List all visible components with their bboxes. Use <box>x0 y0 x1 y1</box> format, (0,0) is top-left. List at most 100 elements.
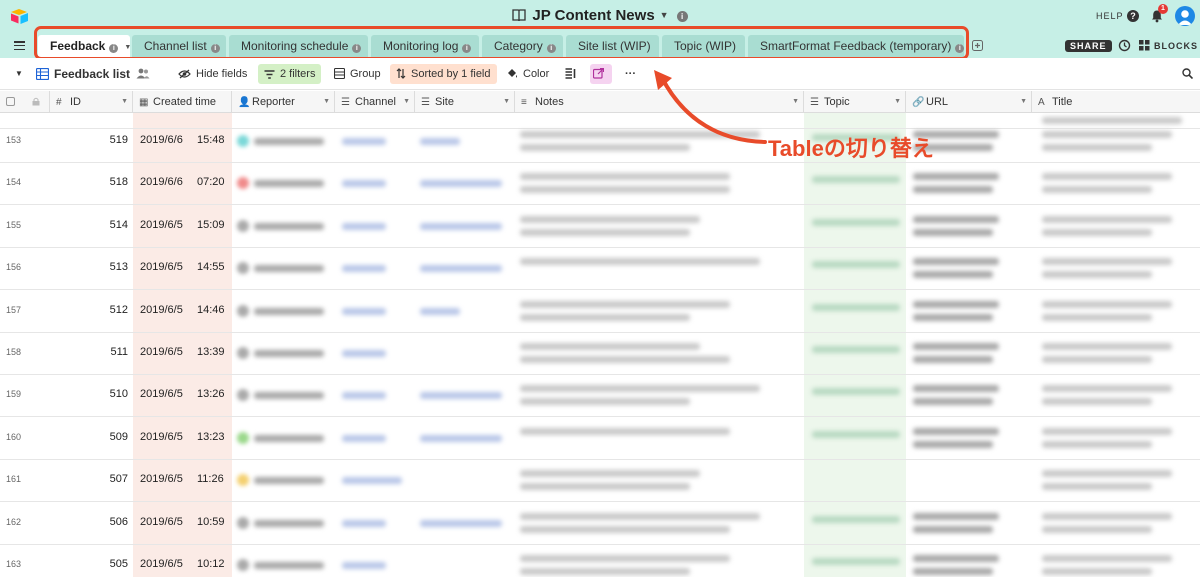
column-label: Channel <box>355 96 396 108</box>
sort-button[interactable]: Sorted by 1 field <box>390 64 497 84</box>
blurred-text <box>254 138 324 145</box>
column-header-title[interactable]: A Title <box>1032 91 1200 113</box>
blurred-text <box>1042 512 1172 520</box>
select-all-checkbox[interactable] <box>6 97 15 106</box>
base-name: JP Content News <box>532 7 655 24</box>
blurred-text <box>1042 271 1152 279</box>
blurred-text <box>913 356 993 363</box>
chevron-down-icon[interactable]: ▼ <box>323 91 330 113</box>
blurred-text <box>913 385 999 393</box>
table-row[interactable]: 159 510 2019/6/5 13:26 <box>0 375 1200 418</box>
more-options-button[interactable]: ··· <box>619 64 642 84</box>
chevron-down-icon[interactable]: ▼ <box>1020 91 1027 113</box>
tab-label: Monitoring log <box>383 39 459 53</box>
column-header-channel[interactable]: ☰ Channel ▼ <box>335 91 415 113</box>
chevron-down-icon[interactable]: ▼ <box>121 91 128 113</box>
chevron-down-icon[interactable]: ▼ <box>124 44 131 51</box>
table-row[interactable]: 161 507 2019/6/5 11:26 <box>0 460 1200 503</box>
search-icon[interactable] <box>1182 68 1193 79</box>
tab-label: Channel list <box>144 39 207 53</box>
lock-icon <box>32 97 40 106</box>
avatar <box>237 389 249 402</box>
info-icon[interactable]: i <box>676 11 688 22</box>
blurred-text <box>1042 343 1172 350</box>
base-title[interactable]: JP Content News ▼ i <box>0 7 1200 24</box>
table-row[interactable]: 153 519 2019/6/6 15:48 <box>0 121 1200 163</box>
blurred-text <box>520 427 730 435</box>
blurred-text <box>913 313 993 321</box>
created-date: 2019/6/6 <box>140 134 183 146</box>
blurred-text <box>342 180 386 188</box>
blocks-button[interactable]: BLOCKS <box>1139 40 1198 52</box>
group-button[interactable]: Group <box>328 64 387 84</box>
column-label: ID <box>70 96 81 108</box>
blurred-text <box>342 434 386 442</box>
blurred-text <box>342 562 386 569</box>
filter-button[interactable]: 2 filters <box>258 64 322 84</box>
menu-icon[interactable] <box>14 41 25 51</box>
tab-category[interactable]: Category i <box>482 35 563 58</box>
created-date: 2019/6/6 <box>140 176 183 189</box>
hide-fields-label: Hide fields <box>196 68 248 80</box>
eye-off-icon <box>178 69 191 79</box>
blurred-text <box>420 519 502 527</box>
table-row[interactable]: 160 509 2019/6/5 13:23 <box>0 418 1200 460</box>
blurred-text <box>520 186 730 194</box>
chevron-down-icon[interactable]: ▼ <box>403 91 410 113</box>
chevron-down-icon[interactable]: ▼ <box>503 91 510 113</box>
column-header-url[interactable]: 🔗 URL ▼ <box>906 91 1032 113</box>
tab-monitoring-log[interactable]: Monitoring log i <box>371 35 479 58</box>
column-header-topic[interactable]: ☰ Topic ▼ <box>804 91 906 113</box>
table-row[interactable]: 158 511 2019/6/5 13:39 <box>0 333 1200 375</box>
row-number: 154 <box>6 177 22 188</box>
column-header-reporter[interactable]: 👤 Reporter ▼ <box>232 91 335 113</box>
share-view-button[interactable] <box>590 64 612 84</box>
avatar[interactable] <box>1175 6 1195 26</box>
table-row[interactable]: 163 505 2019/6/5 10:12 <box>0 545 1200 577</box>
tab-channel-list[interactable]: Channel list i <box>132 35 226 58</box>
select-all-cell[interactable] <box>0 91 50 113</box>
info-icon: i <box>109 44 119 53</box>
blurred-text <box>420 434 502 442</box>
hide-fields-button[interactable]: Hide fields <box>172 64 253 84</box>
add-table-icon[interactable] <box>972 40 983 51</box>
blurred-text <box>342 350 386 357</box>
top-header: JP Content News ▼ i HELP ? 1 <box>0 0 1200 32</box>
blurred-text <box>913 568 993 575</box>
blurred-text <box>342 519 386 527</box>
chevron-down-icon[interactable]: ▼ <box>792 91 799 113</box>
collaborators-icon[interactable] <box>136 68 150 79</box>
column-header-id[interactable]: # ID ▼ <box>50 91 133 113</box>
created-time: 13:26 <box>197 388 225 401</box>
collapse-caret-icon[interactable]: ▼ <box>15 69 23 78</box>
column-header-created-time[interactable]: ▦ Created time <box>133 91 232 113</box>
color-button[interactable]: Color <box>500 64 555 84</box>
avatar <box>237 219 249 232</box>
table-row[interactable]: 157 512 2019/6/5 14:46 <box>0 291 1200 333</box>
tab-label: SmartFormat Feedback (temporary) <box>760 39 952 53</box>
help-label[interactable]: HELP <box>1096 11 1124 21</box>
tab-site-list[interactable]: Site list (WIP) <box>566 35 659 58</box>
history-icon[interactable] <box>1118 39 1131 52</box>
blurred-text <box>913 512 999 520</box>
created-time: 11:26 <box>197 473 224 486</box>
tab-monitoring-schedule[interactable]: Monitoring schedule i <box>229 35 368 58</box>
table-row[interactable]: 154 518 2019/6/6 07:20 <box>0 163 1200 206</box>
tab-feedback[interactable]: Feedback i ▼ <box>38 35 131 58</box>
blurred-text <box>812 346 900 353</box>
column-header-site[interactable]: ☰ Site ▼ <box>415 91 515 113</box>
blurred-text <box>812 430 900 438</box>
table-row[interactable]: 162 506 2019/6/5 10:59 <box>0 503 1200 545</box>
help-icon[interactable]: ? <box>1127 10 1139 22</box>
tab-smartformat-feedback[interactable]: SmartFormat Feedback (temporary) i <box>748 35 965 58</box>
view-switcher[interactable]: Feedback list <box>30 64 136 84</box>
share-button[interactable]: SHARE <box>1065 40 1112 52</box>
tab-topic[interactable]: Topic (WIP) <box>662 35 745 58</box>
id-cell: 509 <box>109 430 128 443</box>
row-height-icon[interactable] <box>565 68 576 79</box>
chevron-down-icon[interactable]: ▼ <box>894 91 901 113</box>
blurred-text <box>913 271 993 279</box>
blurred-text <box>420 265 502 273</box>
table-row[interactable]: 155 514 2019/6/5 15:09 <box>0 206 1200 248</box>
table-row[interactable]: 156 513 2019/6/5 14:55 <box>0 248 1200 291</box>
